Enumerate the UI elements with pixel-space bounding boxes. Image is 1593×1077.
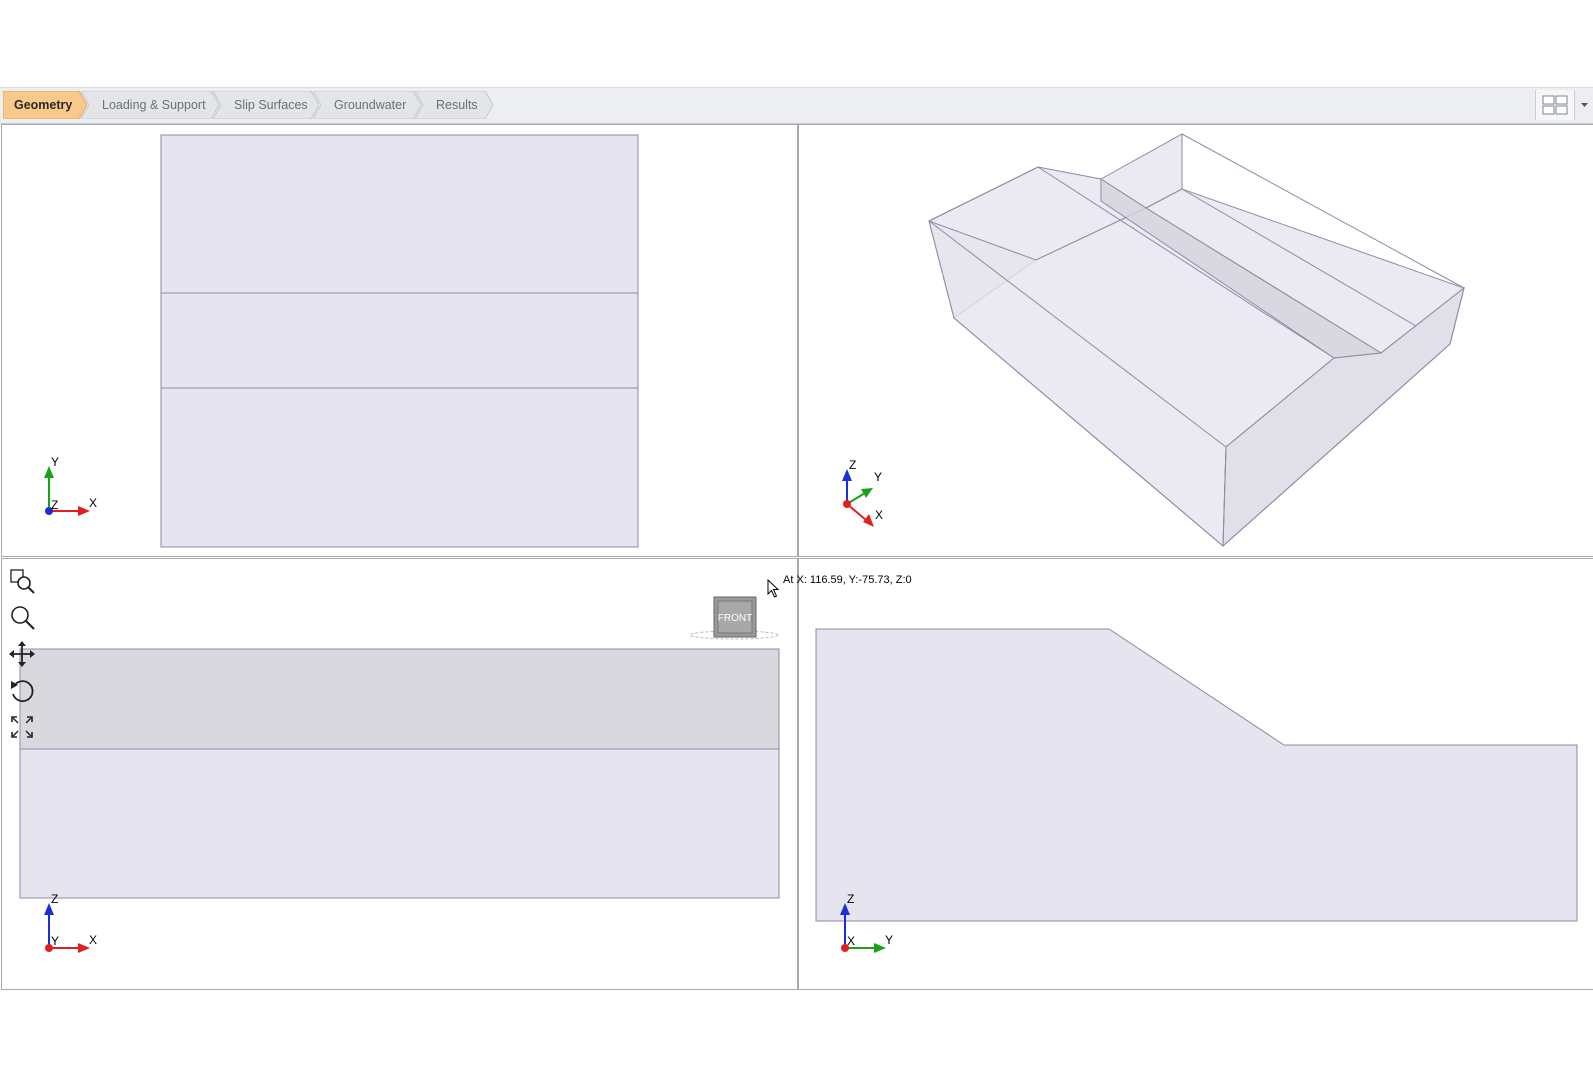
tab-geometry[interactable]: Geometry	[3, 91, 87, 119]
axis-label-horizontal: X	[89, 496, 97, 510]
pan-button[interactable]	[8, 640, 36, 668]
zoom-icon	[11, 606, 35, 630]
model-front-view	[19, 648, 780, 899]
viewport-layout-dropdown[interactable]	[1576, 90, 1593, 120]
axis-label-normal: X	[847, 934, 855, 948]
view-cube[interactable]: FRONT	[686, 595, 782, 645]
rotate-icon	[11, 680, 34, 703]
tab-results[interactable]: Results	[415, 91, 493, 119]
tab-geometry-label: Geometry	[14, 98, 73, 112]
workflow-tab-bar: Geometry Loading & Support Slip Surfaces…	[0, 87, 1593, 124]
rotate-button[interactable]	[8, 677, 36, 705]
tab-groundwater[interactable]: Groundwater	[313, 91, 421, 119]
model-plan-view	[160, 134, 639, 548]
tab-loading-support[interactable]: Loading & Support	[81, 91, 219, 119]
axis-label-normal: Z	[51, 498, 58, 512]
axis-label-horizontal: X	[89, 933, 97, 947]
axis-label-vertical: Z	[847, 893, 854, 906]
tab-slip-surfaces[interactable]: Slip Surfaces	[213, 91, 319, 119]
axis-label-vertical: Y	[51, 456, 59, 469]
viewport-front[interactable]: Z X Y	[1, 558, 798, 990]
axis-triad: Z Y X	[842, 459, 883, 527]
axis-label-horizontal: Y	[885, 933, 893, 947]
zoom-extents-button[interactable]	[8, 713, 36, 741]
pan-icon	[9, 641, 35, 667]
viewport-top[interactable]: Y X Z	[1, 124, 798, 557]
axis-label-normal: Y	[51, 934, 59, 948]
axis-label-depth: Y	[874, 470, 882, 484]
model-3d-view	[928, 133, 1466, 548]
viewport-perspective[interactable]: Z Y X	[798, 124, 1593, 557]
axis-triad: Z Y X	[840, 893, 893, 953]
view-cube-face-label: FRONT	[718, 613, 752, 624]
zoom-window-icon	[10, 569, 35, 594]
tab-results-label: Results	[436, 98, 478, 112]
tab-loading-support-label: Loading & Support	[102, 98, 206, 112]
axis-label-right: X	[875, 508, 883, 522]
zoom-button[interactable]	[8, 603, 36, 631]
four-pane-layout-icon	[1542, 95, 1568, 115]
viewport-layout-button[interactable]	[1535, 90, 1575, 120]
cursor-coordinates-readout: At X: 116.59, Y:-75.73, Z:0	[783, 574, 912, 586]
zoom-extents-icon	[11, 716, 33, 738]
mouse-cursor-icon	[767, 579, 780, 598]
axis-label-up: Z	[849, 459, 856, 472]
caret-down-icon	[1581, 103, 1588, 107]
axis-label-vertical: Z	[51, 893, 58, 906]
zoom-window-button[interactable]	[8, 567, 36, 595]
tab-slip-surfaces-label: Slip Surfaces	[234, 98, 308, 112]
axis-triad: Y X Z	[44, 456, 97, 516]
viewport-side[interactable]: Z Y X	[798, 558, 1593, 990]
model-side-view	[815, 628, 1578, 922]
tab-groundwater-label: Groundwater	[334, 98, 407, 112]
axis-triad: Z X Y	[44, 893, 97, 953]
